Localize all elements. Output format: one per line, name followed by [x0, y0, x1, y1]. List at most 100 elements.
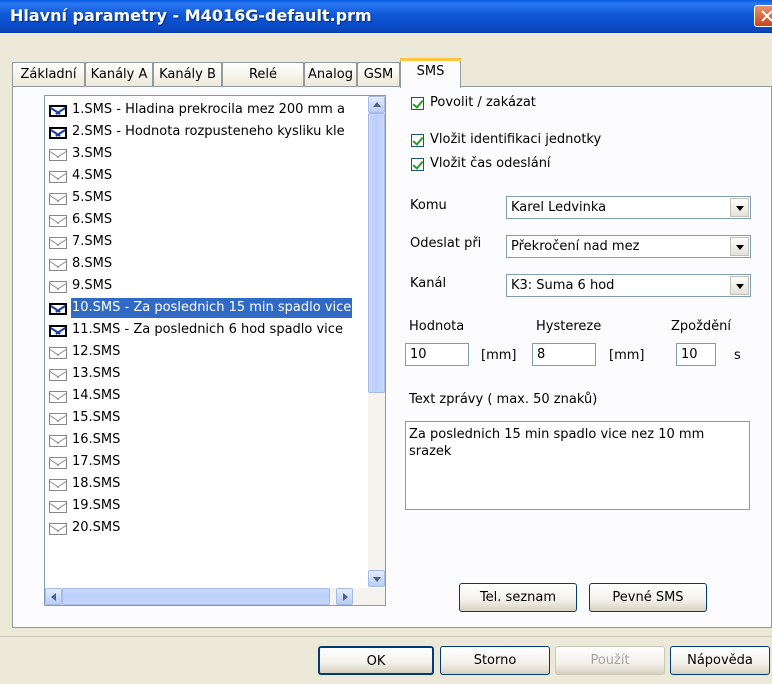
- channel-select[interactable]: K3: Suma 6 hod: [506, 274, 751, 297]
- tab-analog[interactable]: Analog: [304, 62, 357, 87]
- horizontal-scroll-thumb[interactable]: [62, 588, 330, 605]
- enable-label: Povolit / zakázat: [430, 95, 536, 110]
- sms-listbox[interactable]: 1.SMS - Hladina prekrocila mez 200 mm a 2…: [44, 95, 386, 606]
- sms-item-label: 1.SMS - Hladina prekrocila mez 200 mm a: [72, 102, 345, 117]
- sms-list-item[interactable]: 1.SMS - Hladina prekrocila mez 200 mm a: [47, 100, 365, 120]
- message-textarea[interactable]: Za poslednich 15 min spadlo vice nez 10 …: [405, 421, 750, 510]
- tab-kanaly-b[interactable]: Kanály B: [153, 62, 222, 87]
- horizontal-scrollbar[interactable]: [45, 588, 385, 605]
- insert-time-label: Vložit čas odeslání: [430, 156, 551, 171]
- enable-checkbox[interactable]: [411, 97, 424, 110]
- hysteresis-input[interactable]: 8: [532, 343, 596, 366]
- cancel-button[interactable]: Storno: [440, 646, 550, 675]
- fixed-sms-label: Pevné SMS: [612, 590, 684, 605]
- sms-list-item[interactable]: 13.SMS: [47, 364, 365, 384]
- delay-text: 10: [681, 347, 698, 362]
- sms-item-label: 9.SMS: [72, 278, 113, 293]
- close-icon[interactable]: [754, 5, 772, 27]
- help-label: Nápověda: [687, 653, 753, 668]
- insert-id-label: Vložit identifikaci jednotky: [430, 132, 602, 147]
- sms-list-item[interactable]: 11.SMS - Za poslednich 6 hod spadlo vice: [47, 320, 365, 340]
- send-on-label: Odeslat při: [410, 236, 482, 251]
- chevron-down-icon[interactable]: [730, 276, 749, 295]
- sms-item-label: 19.SMS: [72, 498, 121, 513]
- sms-list-item[interactable]: 17.SMS: [47, 452, 365, 472]
- sms-list-item[interactable]: 12.SMS: [47, 342, 365, 362]
- scroll-left-button[interactable]: [45, 588, 62, 605]
- envelope-icon: [49, 501, 67, 513]
- sms-list-item[interactable]: 20.SMS: [47, 518, 365, 538]
- tab-gsm[interactable]: GSM: [357, 62, 400, 87]
- envelope-icon: [49, 369, 67, 381]
- sms-item-label: 2.SMS - Hodnota rozpusteneho kysliku kle: [72, 124, 345, 139]
- tab-label: Analog: [308, 67, 353, 82]
- insert-id-checkbox[interactable]: [411, 134, 424, 147]
- value-label: Hodnota: [409, 319, 465, 334]
- envelope-icon: [49, 259, 67, 271]
- tab-rele[interactable]: Relé: [222, 62, 304, 87]
- envelope-icon: [49, 105, 67, 117]
- hysteresis-label: Hystereze: [536, 319, 602, 334]
- sms-list-item[interactable]: 3.SMS: [47, 144, 365, 164]
- hysteresis-unit: [mm]: [609, 348, 645, 363]
- vertical-scrollbar[interactable]: [368, 96, 385, 587]
- sms-item-label: 18.SMS: [72, 476, 121, 491]
- sms-list-item[interactable]: 9.SMS: [47, 276, 365, 296]
- title-bar: Hlavní parametry - M4016G-default.prm: [0, 0, 772, 33]
- tab-sms[interactable]: SMS: [400, 58, 461, 88]
- scroll-down-button[interactable]: [368, 570, 385, 587]
- help-button[interactable]: Nápověda: [670, 646, 770, 675]
- sms-list-item[interactable]: 16.SMS: [47, 430, 365, 450]
- cancel-label: Storno: [473, 653, 517, 668]
- tab-label: Kanály B: [159, 67, 216, 82]
- sms-list-item[interactable]: 15.SMS: [47, 408, 365, 428]
- envelope-icon: [49, 523, 67, 535]
- chevron-down-icon[interactable]: [730, 237, 749, 256]
- sms-list-item[interactable]: 2.SMS - Hodnota rozpusteneho kysliku kle: [47, 122, 365, 142]
- scroll-right-button[interactable]: [336, 588, 353, 605]
- chevron-down-icon[interactable]: [730, 198, 749, 217]
- sms-item-label: 20.SMS: [72, 520, 121, 535]
- sms-list-item[interactable]: 14.SMS: [47, 386, 365, 406]
- tab-zakladni[interactable]: Základní: [12, 62, 85, 87]
- sms-list-item[interactable]: 7.SMS: [47, 232, 365, 252]
- vertical-scroll-thumb[interactable]: [368, 113, 385, 393]
- sms-list-item[interactable]: 4.SMS: [47, 166, 365, 186]
- delay-label: Zpoždění: [671, 319, 732, 334]
- apply-button[interactable]: Použít: [555, 646, 665, 675]
- to-label: Komu: [410, 198, 447, 213]
- chevron-left-icon: [51, 593, 56, 601]
- message-label: Text zprávy ( max. 50 znaků): [409, 392, 598, 407]
- envelope-icon: [49, 479, 67, 491]
- delay-input[interactable]: 10: [676, 343, 716, 366]
- sms-list-item[interactable]: 5.SMS: [47, 188, 365, 208]
- sms-list-item[interactable]: 10.SMS - Za poslednich 15 min spadlo vic…: [47, 298, 365, 318]
- tab-kanaly-a[interactable]: Kanály A: [85, 62, 153, 87]
- window-title: Hlavní parametry - M4016G-default.prm: [10, 6, 372, 25]
- envelope-icon: [49, 347, 67, 359]
- sms-item-label: 15.SMS: [72, 410, 121, 425]
- channel-label: Kanál: [410, 276, 447, 291]
- insert-time-checkbox[interactable]: [411, 158, 424, 171]
- sms-list-item[interactable]: 6.SMS: [47, 210, 365, 230]
- to-select[interactable]: Karel Ledvinka: [506, 196, 751, 219]
- value-text: 10: [410, 347, 427, 362]
- sms-item-label: 11.SMS - Za poslednich 6 hod spadlo vice: [72, 322, 343, 337]
- envelope-icon: [49, 457, 67, 469]
- phonebook-button[interactable]: Tel. seznam: [459, 583, 577, 612]
- value-unit: [mm]: [481, 348, 517, 363]
- delay-unit: s: [734, 348, 741, 363]
- fixed-sms-button[interactable]: Pevné SMS: [589, 583, 707, 612]
- scroll-up-button[interactable]: [368, 96, 385, 113]
- sms-list-item[interactable]: 18.SMS: [47, 474, 365, 494]
- sms-list-item[interactable]: 8.SMS: [47, 254, 365, 274]
- sms-list-item[interactable]: 19.SMS: [47, 496, 365, 516]
- sms-item-label: 8.SMS: [72, 256, 113, 271]
- send-on-select[interactable]: Překročení nad mez: [506, 235, 751, 258]
- sms-item-label: 6.SMS: [72, 212, 113, 227]
- ok-button[interactable]: OK: [318, 646, 434, 675]
- sms-item-label: 14.SMS: [72, 388, 121, 403]
- chevron-down-icon: [373, 577, 381, 582]
- sms-item-label: 3.SMS: [72, 146, 113, 161]
- value-input[interactable]: 10: [405, 343, 469, 366]
